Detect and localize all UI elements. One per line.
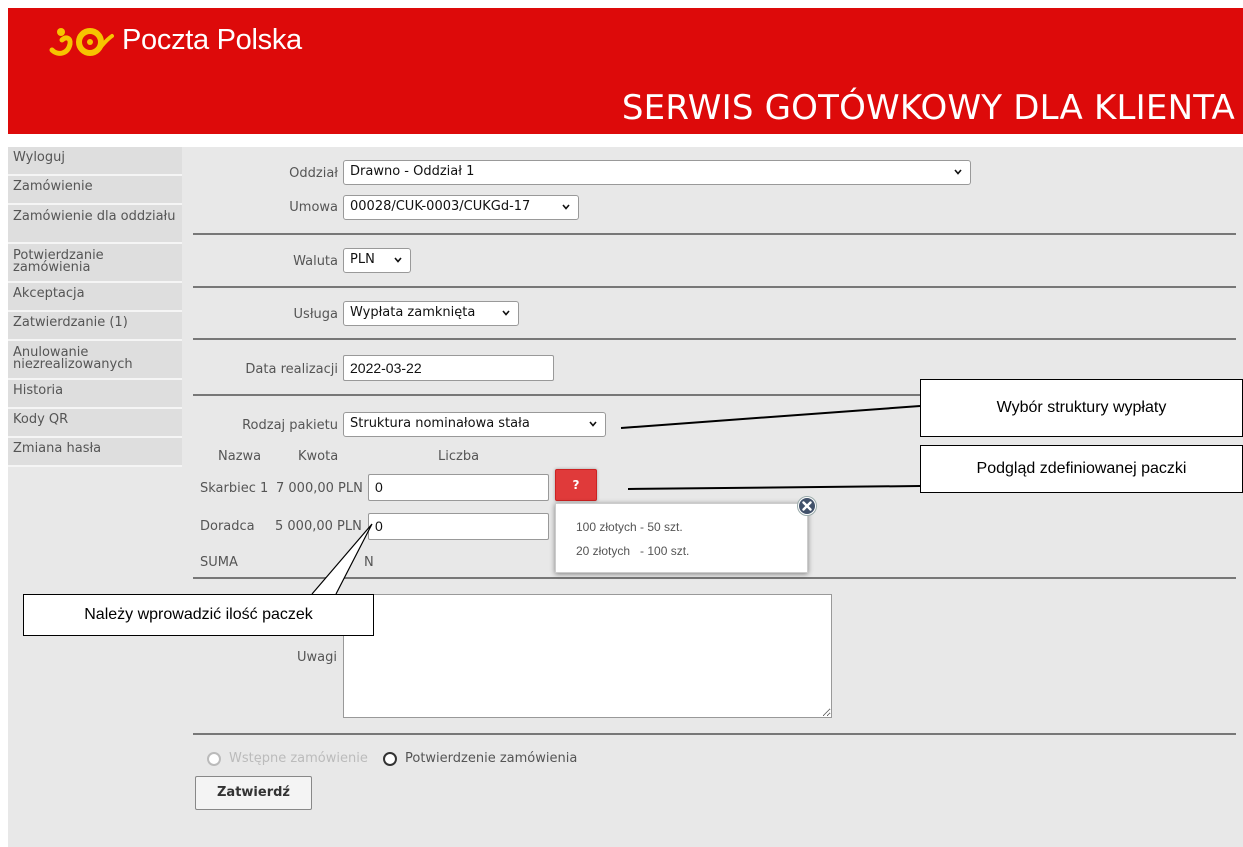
- uwagi-textarea[interactable]: [343, 594, 832, 718]
- divider: [193, 286, 1236, 288]
- poczta-polska-logo: Poczta Polska: [48, 20, 302, 60]
- rodzaj-pakietu-label: Rodzaj pakietu: [242, 418, 338, 433]
- sidebar: Wyloguj Zamówienie Zamówienie dla oddzia…: [8, 147, 182, 467]
- usluga-select[interactable]: Wypłata zamknięta: [343, 301, 519, 326]
- waluta-label: Waluta: [293, 254, 338, 269]
- suma-value: N: [364, 555, 374, 570]
- oddzial-value: Drawno - Oddział 1: [350, 164, 475, 179]
- submit-button[interactable]: Zatwierdź: [195, 776, 312, 810]
- service-title: SERWIS GOTÓWKOWY DLA KLIENTA: [621, 88, 1235, 128]
- radio-potwierdzenie-label: Potwierdzenie zamówienia: [405, 751, 578, 766]
- rodzaj-pakietu-select[interactable]: Struktura nominałowa stała: [343, 412, 606, 437]
- preview-package-button[interactable]: ?: [555, 469, 597, 501]
- usluga-label: Usługa: [293, 307, 338, 322]
- sidebar-item-zmiana-hasla[interactable]: Zmiana hasła: [8, 438, 182, 467]
- sidebar-item-potwierdzanie-zamowienia[interactable]: Potwierdzanie zamówienia: [8, 244, 182, 283]
- post-horn-logo-icon: [49, 28, 114, 56]
- umowa-value: 00028/CUK-0003/CUKGd-17: [350, 199, 531, 214]
- sidebar-item-zamowienie[interactable]: Zamówienie: [8, 176, 182, 205]
- divider: [193, 338, 1236, 340]
- callout-podglad: Podgląd zdefiniowanej paczki: [920, 445, 1243, 493]
- liczba-input[interactable]: 0: [368, 513, 549, 540]
- brand-name: Poczta Polska: [122, 23, 302, 56]
- oddzial-label: Oddział: [289, 166, 338, 181]
- divider: [193, 577, 1236, 579]
- divider: [193, 733, 1236, 735]
- callout-struktura: Wybór struktury wypłaty: [920, 379, 1243, 437]
- liczba-input[interactable]: 0: [368, 474, 549, 501]
- divider: [193, 233, 1236, 235]
- chevron-down-icon: [562, 204, 570, 210]
- row-nazwa: Skarbiec 1: [200, 481, 269, 496]
- data-realizacji-label: Data realizacji: [245, 362, 338, 377]
- chevron-down-icon: [589, 421, 597, 427]
- column-header-liczba: Liczba: [438, 449, 480, 464]
- chevron-down-icon: [954, 169, 962, 175]
- page-header: Poczta Polska SERWIS GOTÓWKOWY DLA KLIEN…: [8, 8, 1243, 134]
- radio-wstepne-label: Wstępne zamówienie: [229, 751, 368, 766]
- sidebar-item-anulowanie[interactable]: Anulowanie niezrealizowanych: [8, 341, 182, 380]
- suma-label: SUMA: [200, 555, 238, 570]
- radio-potwierdzenie-zamowienia[interactable]: [383, 752, 397, 766]
- row-kwota: 5 000,00 PLN: [275, 519, 362, 534]
- sidebar-item-kody-qr[interactable]: Kody QR: [8, 409, 182, 438]
- rodzaj-pakietu-value: Struktura nominałowa stała: [350, 416, 530, 431]
- callout-ilosc: Należy wprowadzić ilość paczek: [23, 594, 374, 636]
- sidebar-item-wyloguj[interactable]: Wyloguj: [8, 147, 182, 176]
- umowa-label: Umowa: [289, 200, 338, 215]
- sidebar-item-historia[interactable]: Historia: [8, 380, 182, 409]
- umowa-select[interactable]: 00028/CUK-0003/CUKGd-17: [343, 195, 579, 220]
- column-header-nazwa: Nazwa: [218, 449, 262, 464]
- chevron-down-icon: [394, 257, 402, 263]
- waluta-select[interactable]: PLN: [343, 248, 411, 273]
- sidebar-item-akceptacja[interactable]: Akceptacja: [8, 283, 182, 312]
- row-nazwa: Doradca: [200, 519, 255, 534]
- chevron-down-icon: [502, 310, 510, 316]
- popup-close-button[interactable]: [797, 496, 817, 516]
- usluga-value: Wypłata zamknięta: [350, 305, 476, 320]
- sidebar-item-zatwierdzanie[interactable]: Zatwierdzanie (1): [8, 312, 182, 341]
- data-realizacji-input[interactable]: 2022-03-22: [343, 355, 554, 381]
- content-area: [8, 147, 1243, 847]
- popup-line: 20 złotych - 100 szt.: [576, 544, 690, 558]
- radio-wstepne-zamowienie[interactable]: [207, 752, 221, 766]
- row-kwota: 7 000,00 PLN: [276, 481, 363, 496]
- waluta-value: PLN: [350, 252, 375, 267]
- close-icon: [799, 498, 815, 514]
- sidebar-item-zamowienie-dla-oddzialu[interactable]: Zamówienie dla oddziału: [8, 205, 182, 244]
- column-header-kwota: Kwota: [298, 449, 339, 464]
- oddzial-select[interactable]: Drawno - Oddział 1: [343, 160, 971, 185]
- package-preview-popup: 100 złotych - 50 szt. 20 złotych - 100 s…: [555, 503, 808, 573]
- uwagi-label: Uwagi: [297, 650, 337, 665]
- popup-line: 100 złotych - 50 szt.: [576, 520, 683, 534]
